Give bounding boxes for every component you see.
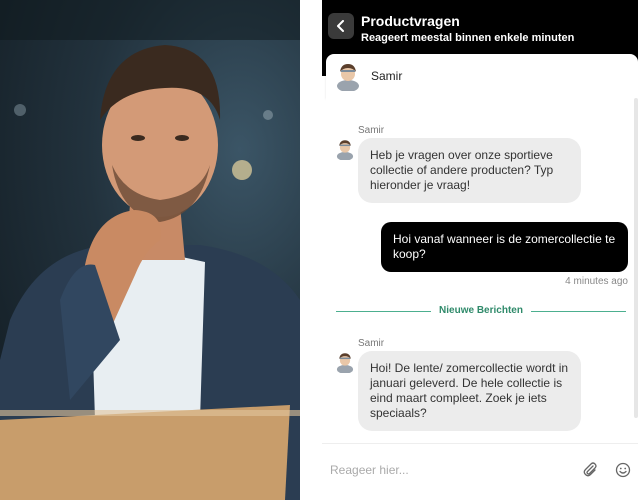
new-messages-label: Nieuwe Berichten — [439, 305, 523, 316]
agent-avatar-small — [336, 140, 354, 160]
incoming-message: Hoi! De lente/ zomercollectie wordt in j… — [358, 351, 581, 431]
new-messages-divider: Nieuwe Berichten — [336, 305, 626, 317]
man-at-laptop-illustration — [0, 0, 300, 500]
composer — [322, 443, 638, 500]
message-list[interactable]: Samir Heb je vragen over onze sportieve … — [326, 98, 638, 438]
hero-photo — [0, 0, 300, 500]
agent-avatar-small — [336, 353, 354, 373]
outgoing-message: Hoi vanaf wanneer is de zomercollectie t… — [381, 222, 628, 272]
message-sender: Samir — [358, 125, 385, 136]
incoming-message: Heb je vragen over onze sportieve collec… — [358, 138, 581, 203]
message-input[interactable] — [330, 460, 570, 480]
agent-bar: Samir — [326, 54, 638, 98]
message-timestamp: 4 minutes ago — [565, 276, 628, 287]
scrollbar[interactable] — [634, 98, 638, 418]
attach-button[interactable] — [580, 460, 600, 480]
chat-title: Productvragen — [361, 13, 460, 29]
chevron-left-icon — [337, 20, 344, 32]
agent-name: Samir — [371, 69, 403, 83]
chat-subtitle: Reageert meestal binnen enkele minuten — [361, 32, 575, 44]
paperclip-icon — [583, 462, 597, 477]
message-sender: Samir — [358, 338, 385, 349]
smiley-icon — [615, 462, 631, 478]
agent-avatar — [337, 64, 359, 91]
emoji-button[interactable] — [613, 460, 633, 480]
back-button[interactable] — [328, 13, 354, 39]
chat-widget: Productvragen Reageert meestal binnen en… — [322, 0, 638, 500]
